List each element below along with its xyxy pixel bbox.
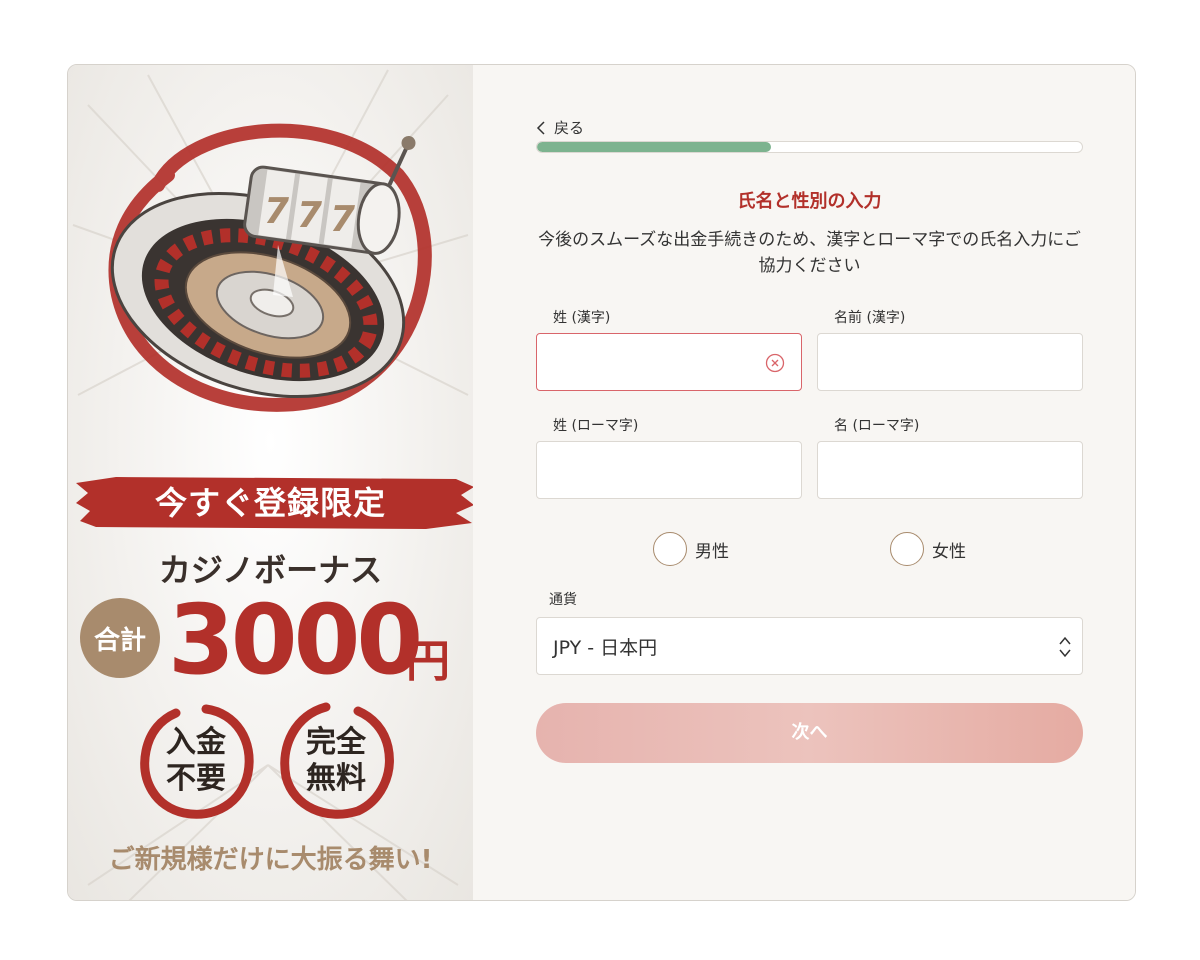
last-name-roman-input[interactable] [536, 441, 802, 499]
last-name-kanji-input[interactable] [536, 333, 802, 391]
stamp-no-deposit-text: 入金不要 [166, 725, 226, 796]
gender-female-label: 女性 [932, 541, 966, 562]
form-description: 今後のスムーズな出金手続きのため、漢字とローマ字での氏名入力にご協力ください [538, 230, 1081, 276]
progress-bar-fill [537, 142, 772, 152]
promo-tagline: ご新規様だけに大振る舞い! [108, 845, 433, 875]
slot-reel-3: 7 [330, 199, 355, 240]
radio-circle[interactable] [653, 532, 687, 566]
slot-reel-2: 7 [297, 195, 322, 236]
first-name-roman-input[interactable] [817, 441, 1083, 499]
roulette-slot-illustration: 7 7 7 [108, 123, 432, 412]
stamp-no-deposit: 入金不要 [136, 701, 256, 821]
back-link[interactable]: 戻る [536, 117, 584, 138]
last-name-kanji-label: 姓 (漢字) [553, 310, 611, 326]
first-name-roman-label: 名 (ローマ字) [834, 418, 920, 434]
form-title: 氏名と性別の入力 [737, 191, 882, 212]
next-button[interactable]: 次へ [536, 703, 1083, 763]
gender-female-radio[interactable]: 女性 [890, 532, 966, 566]
currency-label: 通貨 [549, 592, 577, 608]
first-name-kanji-input[interactable] [817, 333, 1083, 391]
registration-form: 戻る 氏名と性別の入力 今後のスムーズな出金手続きのため、漢字とローマ字での氏名… [473, 65, 1135, 900]
total-badge: 合計 [80, 598, 160, 678]
last-name-roman-label: 姓 (ローマ字) [553, 418, 639, 434]
promo-banner-text: 今すぐ登録限定 [154, 484, 386, 522]
promo-panel: 7 7 7 今すぐ登録限定 カジノボーナス 合計 3000 円 入金不要 完全無… [68, 65, 473, 900]
registration-card: 7 7 7 今すぐ登録限定 カジノボーナス 合計 3000 円 入金不要 完全無… [67, 64, 1136, 901]
bonus-amount: 3000 [168, 584, 423, 696]
stamp-free: 完全無料 [276, 701, 396, 821]
first-name-kanji-label: 名前 (漢字) [834, 310, 906, 326]
select-arrows-icon [1059, 636, 1071, 658]
currency-select[interactable]: JPY - 日本円 [536, 617, 1083, 675]
chevron-left-icon [536, 120, 545, 135]
gender-male-radio[interactable]: 男性 [653, 532, 729, 566]
back-link-label: 戻る [554, 119, 585, 137]
slot-reel-1: 7 [264, 191, 289, 232]
clear-error-icon[interactable] [765, 353, 785, 373]
radio-circle[interactable] [890, 532, 924, 566]
progress-bar [536, 141, 1083, 153]
currency-select-value: JPY - 日本円 [553, 636, 658, 659]
gender-male-label: 男性 [695, 541, 729, 562]
stamp-free-text: 完全無料 [306, 725, 366, 796]
bonus-amount-unit: 円 [406, 636, 450, 687]
